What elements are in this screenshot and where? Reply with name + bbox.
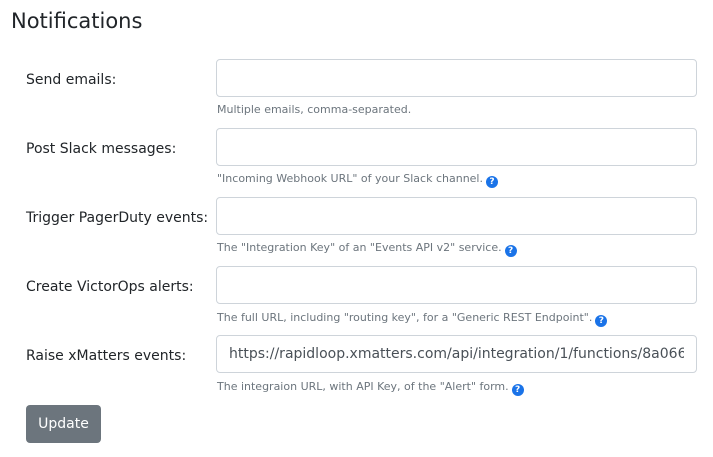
xmatters-help: The integraion URL, with API Key, of the… [217,379,524,396]
question-circle-icon[interactable]: ? [485,176,498,188]
slack-webhook-input[interactable] [216,128,697,166]
question-circle-icon[interactable]: ? [595,315,608,327]
notifications-page: Notifications Send emails: Multiple emai… [0,0,713,457]
xmatters-url-input[interactable] [216,335,697,373]
question-circle-icon[interactable]: ? [511,384,524,396]
pagerduty-help-text: The "Integration Key" of an "Events API … [217,241,502,254]
victorops-url-input[interactable] [216,266,697,304]
pagerduty-label: Trigger PagerDuty events: [26,210,209,226]
slack-label: Post Slack messages: [26,141,177,157]
send-emails-help: Multiple emails, comma-separated. [217,102,411,118]
pagerduty-help: The "Integration Key" of an "Events API … [217,240,517,257]
xmatters-label: Raise xMatters events: [26,348,187,364]
send-emails-input[interactable] [216,59,697,97]
send-emails-label: Send emails: [26,72,117,88]
page-title: Notifications [11,9,143,33]
question-circle-icon[interactable]: ? [504,245,517,257]
slack-help: "Incoming Webhook URL" of your Slack cha… [217,171,498,188]
xmatters-help-text: The integraion URL, with API Key, of the… [217,380,509,393]
victorops-help: The full URL, including "routing key", f… [217,310,608,327]
victorops-help-text: The full URL, including "routing key", f… [217,311,593,324]
pagerduty-key-input[interactable] [216,197,697,235]
slack-help-text: "Incoming Webhook URL" of your Slack cha… [217,172,483,185]
update-button[interactable]: Update [26,405,101,443]
send-emails-help-text: Multiple emails, comma-separated. [217,103,412,116]
victorops-label: Create VictorOps alerts: [26,279,194,295]
